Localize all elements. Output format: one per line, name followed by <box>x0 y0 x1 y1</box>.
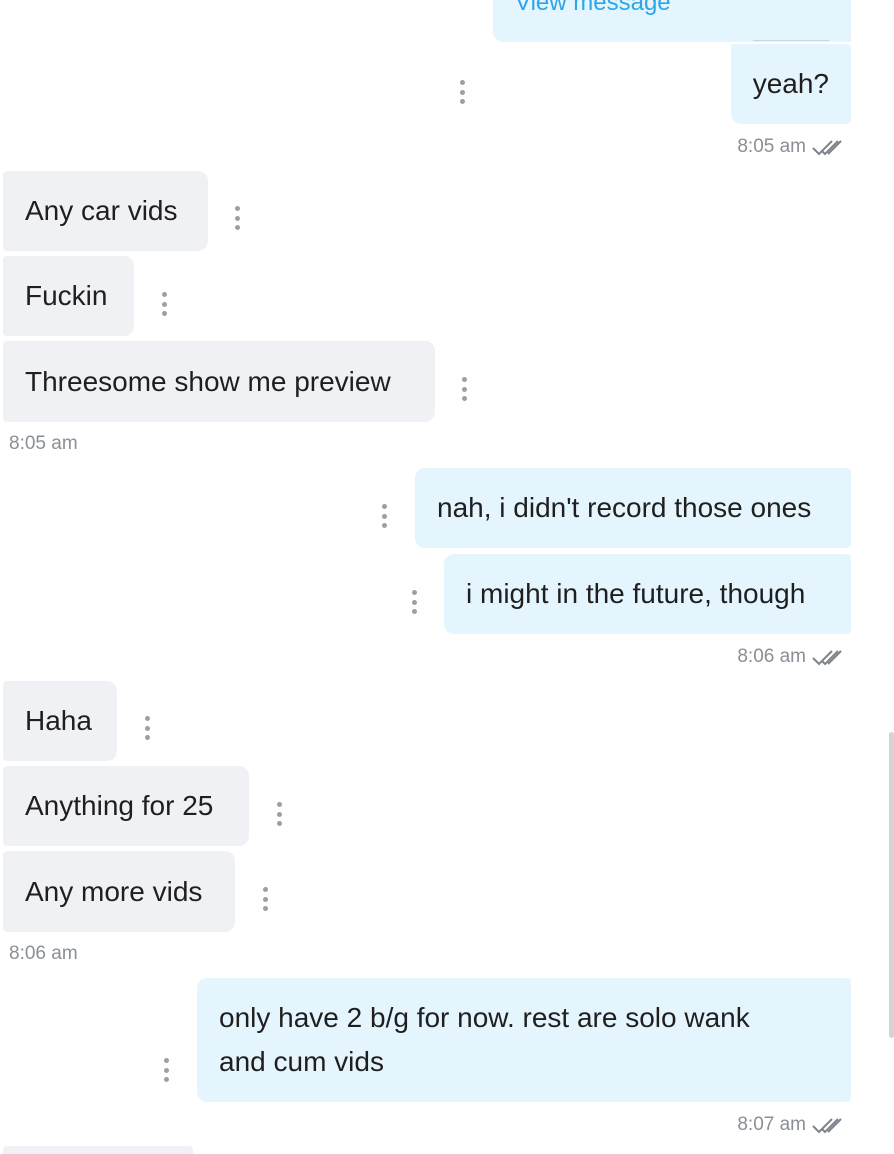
scrollbar[interactable] <box>889 732 894 1038</box>
double-check-icon <box>812 648 846 668</box>
message-options-icon[interactable] <box>381 504 387 528</box>
timestamp: 8:06 am <box>737 646 806 667</box>
outgoing-message[interactable]: yeah? <box>730 44 851 124</box>
message-text-line: and cum vids <box>219 1046 384 1077</box>
message-text: yeah? <box>752 68 829 99</box>
incoming-message[interactable]: Threesome show me preview <box>3 341 435 422</box>
message-text: nah, i didn't record those ones <box>437 492 812 523</box>
outgoing-message[interactable]: nah, i didn't record those ones <box>415 468 851 548</box>
double-check-icon <box>812 1116 846 1136</box>
incoming-message[interactable]: Any more vids <box>3 851 235 932</box>
outgoing-message[interactable]: only have 2 b/g for now. rest are solo w… <box>197 978 851 1102</box>
double-check-icon <box>812 138 846 158</box>
message-text: Haha <box>25 705 92 736</box>
message-text: Threesome show me preview <box>25 366 391 397</box>
message-text-line: only have 2 b/g for now. rest are solo w… <box>219 1002 750 1033</box>
timestamp: 8:05 am <box>9 433 78 454</box>
message-text: Any more vids <box>25 876 203 907</box>
message-text: i might in the future, though <box>466 578 806 609</box>
view-message-card[interactable]: View message <box>493 0 851 42</box>
message-options-icon[interactable] <box>161 292 167 316</box>
incoming-message[interactable]: Fuckin <box>3 256 134 336</box>
outgoing-message[interactable]: i might in the future, though <box>444 554 851 634</box>
message-options-icon[interactable] <box>276 802 282 826</box>
view-message-link[interactable]: View message <box>515 0 671 16</box>
message-text: Any car vids <box>25 195 178 226</box>
message-options-icon[interactable] <box>163 1058 169 1082</box>
message-text: Anything for 25 <box>25 790 214 821</box>
timestamp: 8:07 am <box>737 1114 806 1135</box>
message-options-icon[interactable] <box>262 887 268 911</box>
incoming-message[interactable] <box>3 1146 193 1154</box>
message-options-icon[interactable] <box>234 206 240 230</box>
timestamp: 8:06 am <box>9 943 78 964</box>
message-text: Fuckin <box>25 280 108 311</box>
message-options-icon[interactable] <box>411 590 417 614</box>
timestamp: 8:05 am <box>737 136 806 157</box>
message-options-icon[interactable] <box>459 80 465 104</box>
message-options-icon[interactable] <box>461 377 467 401</box>
incoming-message[interactable]: Any car vids <box>3 171 208 251</box>
message-options-icon[interactable] <box>144 716 150 740</box>
incoming-message[interactable]: Anything for 25 <box>3 766 249 846</box>
divider <box>753 40 829 41</box>
incoming-message[interactable]: Haha <box>3 681 117 761</box>
